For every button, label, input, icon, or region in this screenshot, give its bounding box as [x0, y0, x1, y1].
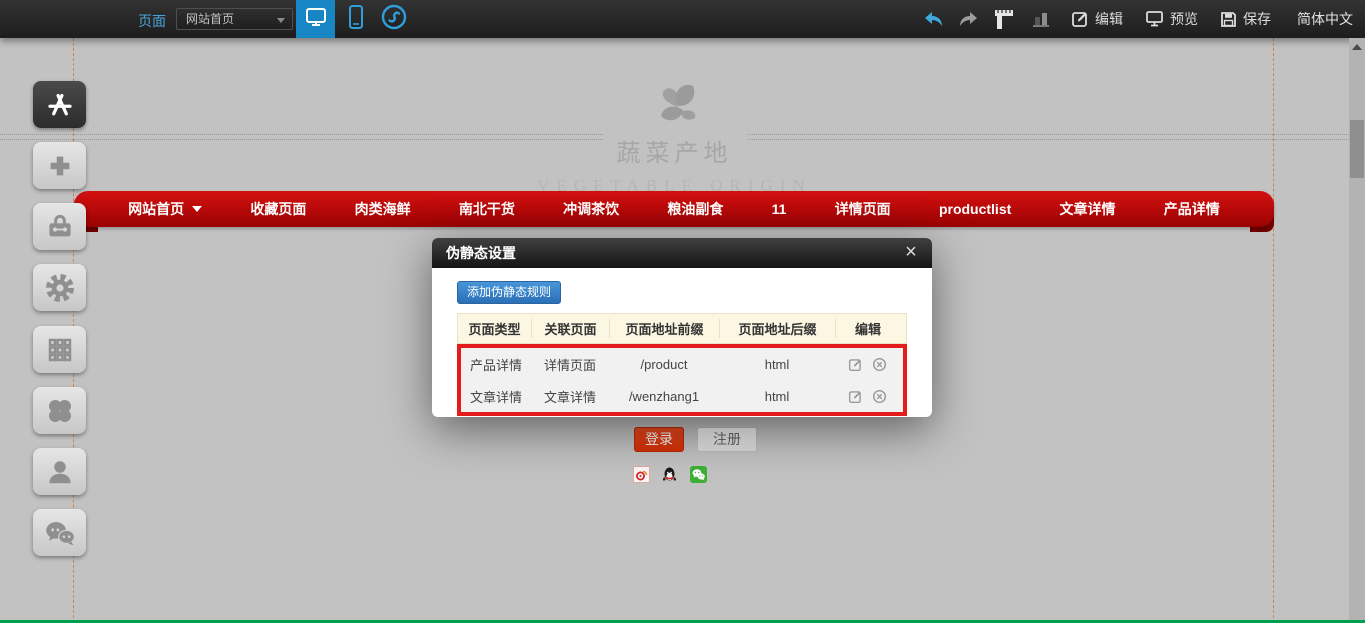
- cell-linked-page: 详情页面: [531, 355, 609, 374]
- brand-circle-button[interactable]: [376, 0, 412, 38]
- sidebar-item-apps[interactable]: [33, 81, 86, 128]
- table-row: 文章详情 文章详情 /wenzhang1 html: [461, 380, 903, 412]
- chart-icon: [1031, 9, 1051, 29]
- save-icon: [1220, 11, 1237, 28]
- login-button[interactable]: 登录: [634, 427, 684, 452]
- row-edit-icon[interactable]: [848, 389, 863, 404]
- nav-item-meat-seafood[interactable]: 肉类海鲜: [355, 199, 411, 219]
- site-title: 蔬菜产地: [603, 133, 747, 168]
- page-label: 页面: [138, 11, 166, 31]
- nav-item-product-detail[interactable]: 产品详情: [1164, 199, 1220, 219]
- col-url-suffix: 页面地址后缀: [720, 319, 836, 338]
- mobile-view-button[interactable]: [342, 0, 370, 38]
- sidebar-item-plugins[interactable]: [33, 387, 86, 434]
- sidebar-item-chat[interactable]: [33, 509, 86, 556]
- toolbar-right-group: 编辑 预览 保存 简体中文: [923, 0, 1353, 38]
- wechat-icon[interactable]: [690, 466, 707, 483]
- plus-icon: [45, 151, 75, 181]
- rules-table: 页面类型 关联页面 页面地址前缀 页面地址后缀 编辑 产品详情 详情页面 /pr…: [457, 313, 907, 416]
- scrollbar-thumb[interactable]: [1350, 120, 1364, 178]
- dialog-title: 伪静态设置: [446, 245, 516, 261]
- nav-item-11[interactable]: 11: [772, 201, 787, 217]
- gear-icon: [44, 272, 76, 304]
- save-label: 保存: [1243, 9, 1271, 29]
- row-delete-icon[interactable]: [872, 357, 887, 372]
- nav-item-productlist[interactable]: productlist: [939, 201, 1011, 217]
- vertical-scrollbar[interactable]: [1349, 38, 1365, 620]
- chevron-down-icon: [277, 18, 285, 23]
- cell-linked-page: 文章详情: [531, 387, 609, 406]
- toolbox-icon: [44, 212, 76, 242]
- nav-item-dry-goods[interactable]: 南北干货: [459, 199, 515, 219]
- sidebar-item-add[interactable]: [33, 142, 86, 189]
- nav-item-detail-page[interactable]: 详情页面: [835, 199, 891, 219]
- scroll-up-arrow-icon[interactable]: [1352, 44, 1362, 50]
- desktop-icon: [304, 5, 328, 34]
- brand-circle-icon: [380, 3, 408, 36]
- cell-page-type: 产品详情: [461, 355, 531, 374]
- sidebar-item-account[interactable]: [33, 448, 86, 495]
- page-selector-dropdown[interactable]: 网站首页: [176, 8, 293, 30]
- dialog-titlebar: 伪静态设置 ×: [432, 238, 932, 268]
- top-toolbar: 页面 网站首页: [0, 0, 1365, 38]
- row-delete-icon[interactable]: [872, 389, 887, 404]
- stats-button[interactable]: [1031, 9, 1051, 29]
- leaf-logo-icon: [647, 80, 703, 131]
- desktop-view-button[interactable]: [296, 0, 335, 38]
- sidebar-item-modules[interactable]: [33, 326, 86, 373]
- col-edit: 编辑: [836, 319, 900, 338]
- table-header-row: 页面类型 关联页面 页面地址前缀 页面地址后缀 编辑: [457, 313, 907, 344]
- edit-button[interactable]: 编辑: [1071, 9, 1123, 29]
- cell-url-prefix: /product: [609, 357, 719, 372]
- edit-label: 编辑: [1095, 9, 1123, 29]
- nav-item-article-detail[interactable]: 文章详情: [1060, 199, 1116, 219]
- cell-url-prefix: /wenzhang1: [609, 389, 719, 404]
- clover-icon: [45, 396, 75, 426]
- grid-icon: [45, 335, 75, 365]
- ruler-button[interactable]: [993, 7, 1015, 31]
- site-logo: 蔬菜产地 VEGETABLE ORIGIN: [0, 80, 1349, 196]
- sidebar-item-toolbox[interactable]: [33, 203, 86, 250]
- register-button[interactable]: 注册: [697, 427, 757, 452]
- preview-monitor-icon: [1145, 10, 1164, 28]
- undo-button[interactable]: [923, 9, 945, 29]
- language-selector[interactable]: 简体中文: [1297, 9, 1353, 29]
- person-icon: [45, 457, 75, 487]
- nav-item-home[interactable]: 网站首页: [128, 199, 202, 219]
- nav-item-grain-oil[interactable]: 粮油副食: [667, 199, 723, 219]
- page-selector-value: 网站首页: [186, 12, 234, 26]
- pseudo-static-settings-dialog: 伪静态设置 × 添加伪静态规则 页面类型 关联页面 页面地址前缀 页面地址后缀 …: [432, 238, 932, 417]
- save-button[interactable]: 保存: [1220, 9, 1271, 29]
- table-body-highlighted: 产品详情 详情页面 /product html 文章详情: [457, 344, 907, 416]
- col-linked-page: 关联页面: [532, 319, 610, 338]
- cell-url-suffix: html: [719, 389, 835, 404]
- phone-icon: [346, 4, 366, 35]
- col-url-prefix: 页面地址前缀: [610, 319, 720, 338]
- qq-icon[interactable]: [661, 466, 678, 483]
- close-icon[interactable]: ×: [900, 238, 922, 268]
- redo-icon: [957, 9, 979, 29]
- weibo-icon[interactable]: [633, 466, 650, 483]
- cell-url-suffix: html: [719, 357, 835, 372]
- redo-button[interactable]: [957, 9, 979, 29]
- appstore-icon: [44, 90, 76, 120]
- nav-item-tea-drinks[interactable]: 冲调茶饮: [563, 199, 619, 219]
- preview-label: 预览: [1170, 9, 1198, 29]
- sidebar-item-settings[interactable]: [33, 264, 86, 311]
- editor-screen: 页面 网站首页: [0, 0, 1365, 623]
- edit-icon: [1071, 10, 1089, 28]
- add-rule-button[interactable]: 添加伪静态规则: [457, 281, 561, 304]
- col-page-type: 页面类型: [458, 319, 532, 338]
- undo-icon: [923, 9, 945, 29]
- site-navbar: 网站首页 收藏页面 肉类海鲜 南北干货 冲调茶饮 粮油副食 11 详情页面 pr…: [74, 191, 1274, 227]
- row-edit-icon[interactable]: [848, 357, 863, 372]
- chevron-down-icon: [192, 206, 202, 212]
- cell-page-type: 文章详情: [461, 387, 531, 406]
- preview-button[interactable]: 预览: [1145, 9, 1198, 29]
- table-row: 产品详情 详情页面 /product html: [461, 348, 903, 380]
- ruler-icon: [993, 7, 1015, 31]
- chat-icon: [43, 518, 77, 548]
- nav-item-favorites[interactable]: 收藏页面: [250, 199, 306, 219]
